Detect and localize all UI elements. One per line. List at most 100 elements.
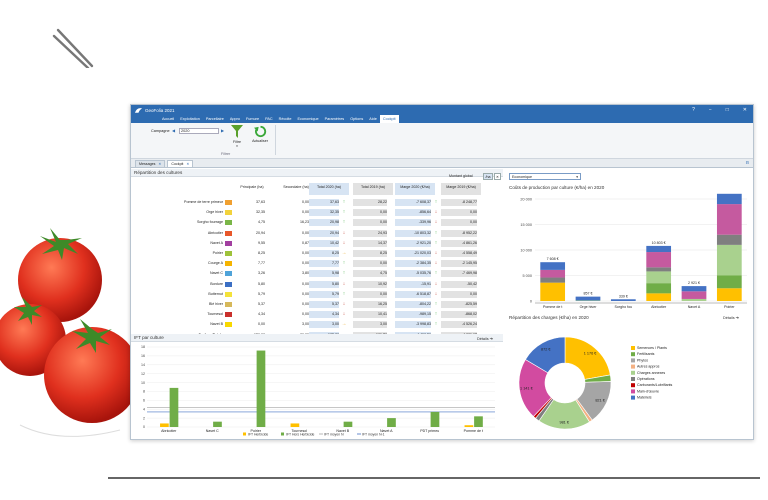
total-2019-value: 0,00 <box>353 209 387 217</box>
legend-swatch <box>631 395 635 400</box>
refresh-icon <box>253 125 266 138</box>
y-tick-label: 2 <box>143 416 145 420</box>
y-tick-label: 5 000 <box>522 274 532 278</box>
close-icon[interactable]: ✕ <box>186 161 189 167</box>
principale-value: 0,00 <box>258 322 265 327</box>
ribbon-separator <box>275 125 276 155</box>
menu-item[interactable]: Paramètres <box>322 115 348 123</box>
secondaire-value: 0,00 <box>302 200 309 204</box>
x-tick-label: Orge hiver <box>580 305 598 309</box>
close-icon[interactable]: ✕ <box>158 161 161 167</box>
legend-label: Matériels <box>637 396 652 400</box>
trend-arrow-icon: ↑ <box>434 321 438 328</box>
scrollbar[interactable] <box>535 302 747 304</box>
principale-value: 5,37 <box>258 302 265 306</box>
table-row: Courge A 7,77 0,00 7,77 ↑ 0,00 -2 384,35 ↓ -2 14… <box>133 260 503 268</box>
menu-item[interactable]: PAC <box>262 115 276 123</box>
marge-2020-value: -856,64 <box>395 209 431 217</box>
trend-arrow-icon: ↑ <box>342 260 346 267</box>
marge-2020-value: -804,22 <box>395 301 431 308</box>
trend-arrow-icon: → <box>341 250 347 256</box>
charges-details-link[interactable]: Détails ➔ <box>723 315 739 320</box>
view-select[interactable]: Economique ▾ <box>509 173 581 180</box>
marge-2019-value: -4 558,49 <box>441 250 477 257</box>
couts-title: Coûts de production par culture (€/ha) e… <box>509 185 605 190</box>
secondaire-value: 3,80 <box>302 271 309 276</box>
tab-label: Cockpit <box>171 162 184 166</box>
bar-segment <box>716 234 742 245</box>
menu-item[interactable]: Aide <box>366 115 380 123</box>
table-row: Sorgho fourrage 4,75 16,23 20,98 ↑ 0,00 -339,9… <box>133 219 503 227</box>
marge-2020-value: -3 998,83 <box>395 321 431 329</box>
menu-item[interactable]: Fumure <box>243 115 262 123</box>
legend-label: IFT Herbicide <box>248 432 268 436</box>
pin-icon[interactable]: ⊟ <box>746 160 749 165</box>
menu-item[interactable]: Cockpit <box>379 115 399 123</box>
ift-bar <box>343 421 353 427</box>
ift-details-label: Détails <box>477 337 489 341</box>
chopsticks-icon <box>52 28 94 68</box>
trend-arrow-icon: ↓ <box>434 219 438 226</box>
secondaire-value: 0,87 <box>302 240 309 245</box>
trend-arrow-icon: ↑ <box>434 199 438 205</box>
culture-name: Butternut <box>208 291 223 296</box>
tab-cockpit[interactable]: Cockpit ✕ <box>167 160 194 167</box>
menu-item[interactable]: Parcellaire <box>203 115 227 123</box>
menu-item[interactable]: Exploitation <box>177 115 203 123</box>
filtre-button[interactable]: Filtre ▾ <box>230 125 244 149</box>
bar-segment <box>540 282 566 301</box>
principale-value: 37,63 <box>256 200 265 204</box>
help-icon[interactable]: ? <box>692 105 695 115</box>
legend-swatch <box>631 377 635 381</box>
menu-item[interactable]: Accueil <box>159 115 177 123</box>
maximize-icon[interactable]: □ <box>726 105 729 115</box>
minimize-icon[interactable]: − <box>709 105 712 115</box>
legend-label: Carburants/Lubrifiants <box>637 383 673 387</box>
total-2020-value: 10,42 <box>309 239 339 247</box>
actualiser-button[interactable]: Actualiser <box>249 125 271 149</box>
menu-item[interactable]: Récolte <box>276 115 295 123</box>
x-tick-label: Abricotier <box>161 429 177 433</box>
campagne-select[interactable]: 2020 <box>179 128 219 134</box>
total-2020-value: 7,77 <box>309 260 339 268</box>
ift-header <box>131 334 503 342</box>
x-tick-label: Navet A <box>688 305 701 309</box>
bar-segment <box>575 296 601 301</box>
legend-swatch <box>631 389 635 394</box>
ift-bar <box>256 350 266 427</box>
color-swatch <box>225 322 232 328</box>
tab-messages[interactable]: Messages ✕ <box>135 160 166 167</box>
menu-bar: Accueil Exploitation Parcellaire Appro Fumur… <box>131 115 753 123</box>
campagne-next-icon[interactable]: ▶ <box>221 128 226 134</box>
trend-arrow-icon: ↑ <box>342 219 346 226</box>
menu-item[interactable]: Options <box>347 115 366 123</box>
legend-label: Charges annexes <box>637 371 665 375</box>
secondaire-value: 3,00 <box>302 322 309 327</box>
marge-2020-value: -2 921,20 <box>395 239 431 247</box>
color-swatch <box>225 240 232 246</box>
principale-value: 4,75 <box>258 220 265 225</box>
menu-item[interactable]: Economique <box>294 115 321 123</box>
total-2019-value: 14,37 <box>353 239 387 247</box>
menu-item[interactable]: Appro <box>227 115 243 123</box>
total-2019-value: 8,25 <box>353 250 387 257</box>
table-row: Navet B 0,00 3,00 3,00 → 3,00 -3 998,83 ↑ -4 526… <box>133 321 503 329</box>
ift-bar <box>387 418 396 427</box>
legend-swatch <box>631 358 635 363</box>
x-tick-label: Poirier <box>724 305 735 309</box>
close-icon[interactable]: ✕ <box>743 105 747 115</box>
table-row: Butternut 5,79 0,00 5,79 ↑ 0,00 -6 518,87 ↓ 0,00 <box>133 290 503 298</box>
marge-2019-value: -4 526,24 <box>441 321 477 329</box>
slice-value-label: 1 141 € <box>520 387 534 391</box>
secondaire-value: 0,00 <box>302 312 309 317</box>
total-2019-value: 10,41 <box>353 311 387 319</box>
column-header: Marge 2019 (€/ha) <box>441 183 481 195</box>
campagne-prev-icon[interactable]: ◀ <box>172 128 177 134</box>
marge-2020-value: -15,91 <box>395 280 431 288</box>
ift-details-link[interactable]: Détails ➔ <box>477 336 493 341</box>
secondaire-value: 0,00 <box>302 230 309 235</box>
trend-arrow-icon: ↑ <box>342 199 346 205</box>
charges-chart: 1 176 € 821 € 981 € 1 141 € 872 € Semences / … <box>518 336 673 430</box>
culture-name: Poirier <box>212 251 223 255</box>
marge-2020-value: -7 608,37 <box>395 199 431 206</box>
